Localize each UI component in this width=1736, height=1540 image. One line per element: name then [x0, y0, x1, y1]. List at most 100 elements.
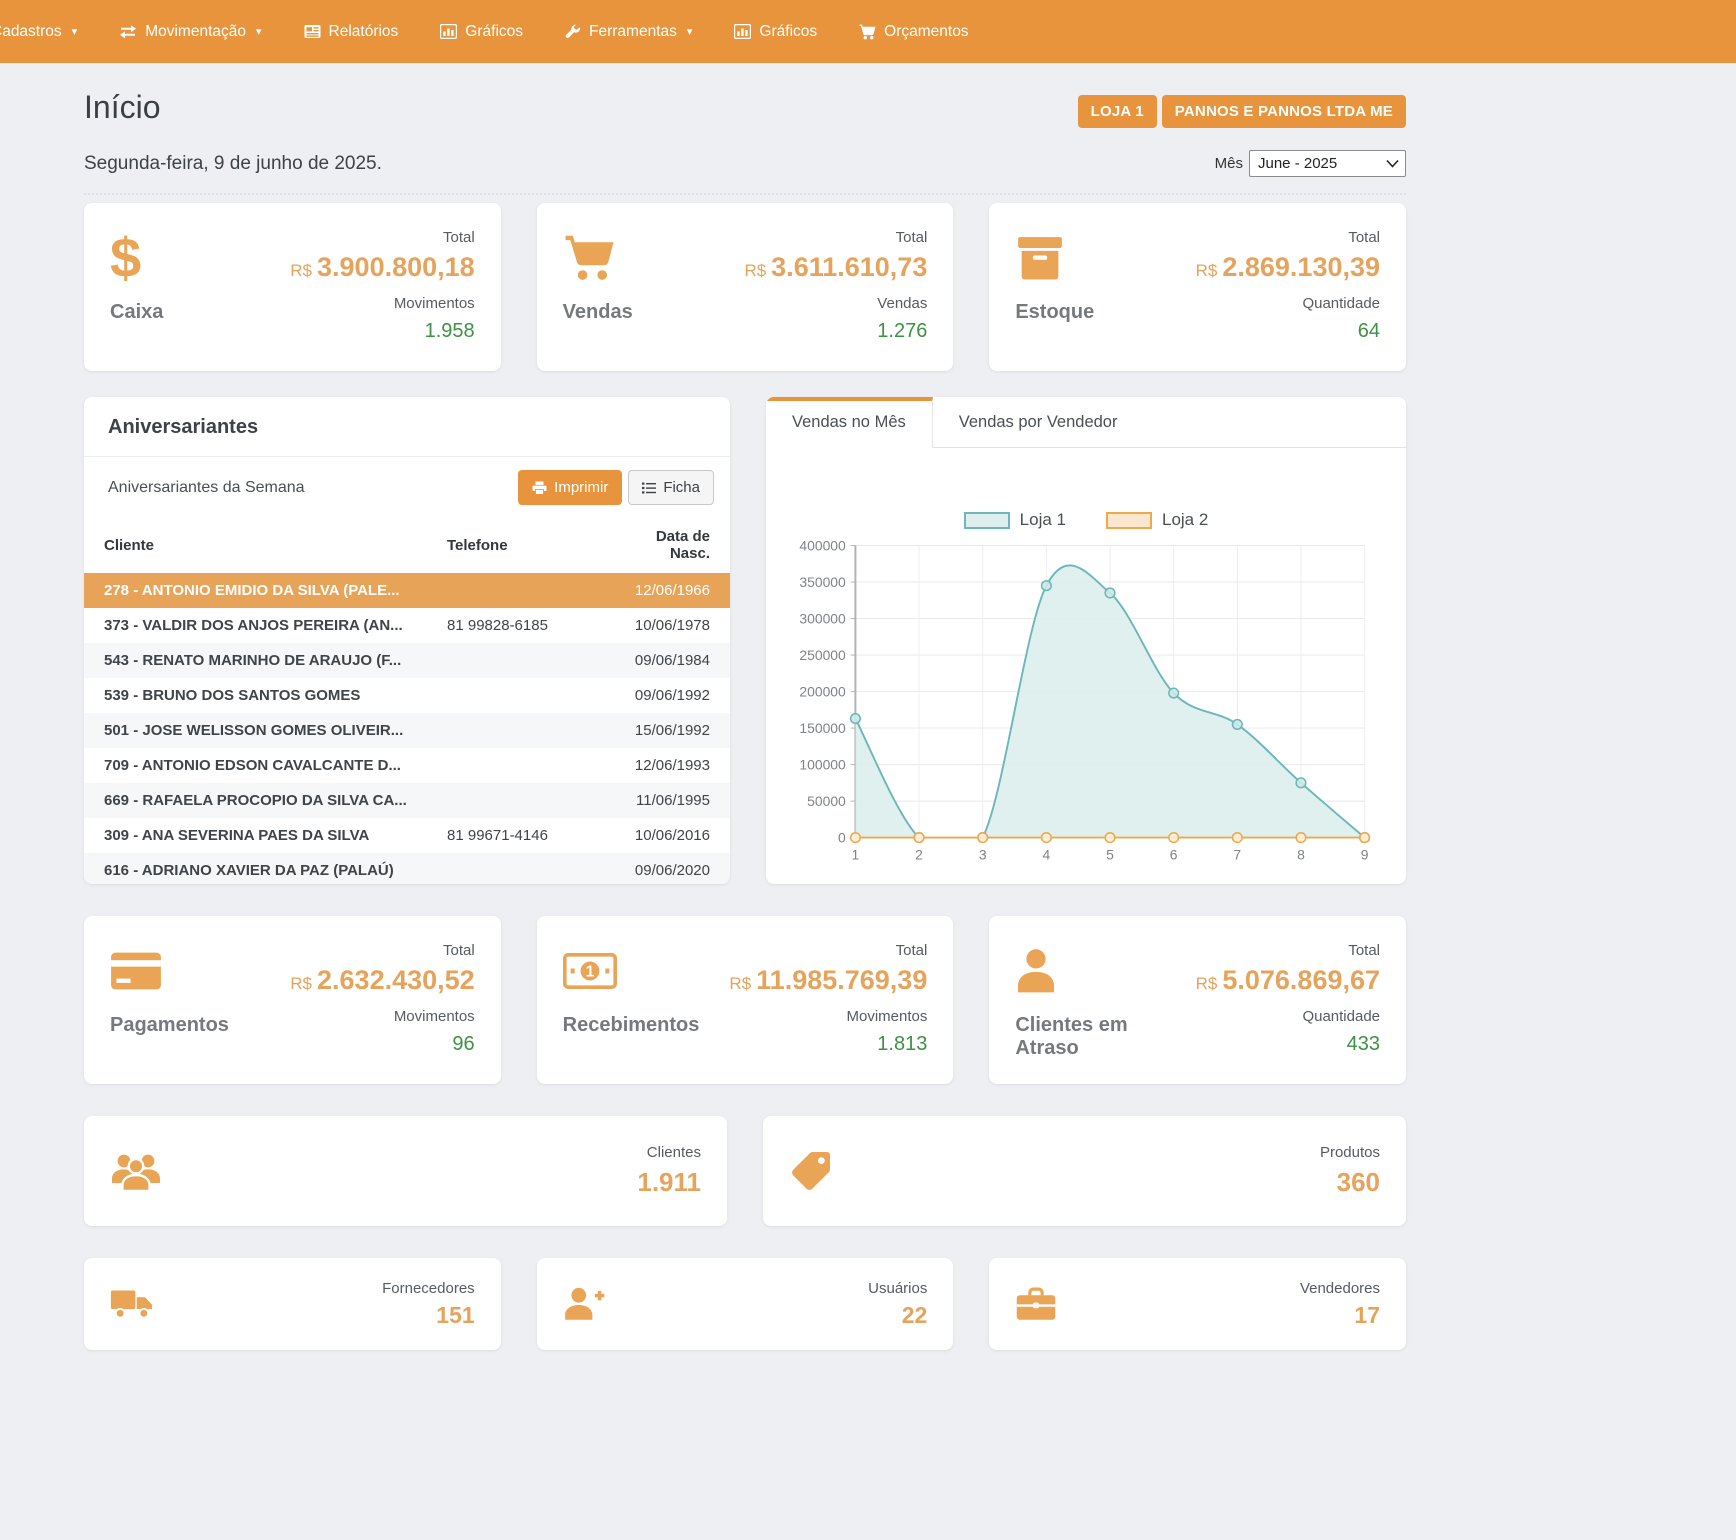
- phone-cell: 81 99671-4146: [447, 818, 612, 853]
- sales-panel: Vendas no Mês Vendas por Vendedor Loja 1…: [766, 397, 1406, 884]
- card-produtos: Produtos 360: [763, 1116, 1406, 1226]
- legend-item-loja2: Loja 2: [1106, 510, 1208, 530]
- nav-item-orcamentos[interactable]: Orçamentos: [838, 0, 989, 63]
- cart-icon: [859, 24, 876, 40]
- store-button[interactable]: LOJA 1: [1078, 95, 1157, 128]
- table-row[interactable]: 373 - VALDIR DOS ANJOS PEREIRA (AN... 81…: [84, 608, 730, 643]
- month-label: Mês: [1215, 155, 1243, 172]
- print-button[interactable]: Imprimir: [518, 470, 622, 505]
- truck-icon: [110, 1287, 154, 1321]
- card-label: Fornecedores: [382, 1280, 475, 1297]
- company-button[interactable]: PANNOS E PANNOS LTDA ME: [1162, 95, 1406, 128]
- wrench-icon: [565, 24, 581, 40]
- client-cell: 616 - ADRIANO XAVIER DA PAZ (PALAÚ): [84, 853, 447, 884]
- total-label: Total: [744, 229, 927, 246]
- user-plus-icon: [563, 1286, 605, 1322]
- chevron-down-icon: ▾: [256, 25, 262, 38]
- total-label: Total: [290, 942, 474, 959]
- table-row[interactable]: 669 - RAFAELA PROCOPIO DA SILVA CA... 11…: [84, 783, 730, 818]
- nav-item-ferramentas[interactable]: Ferramentas ▾: [544, 0, 713, 63]
- tag-icon: [789, 1149, 833, 1193]
- count-value: 1.276: [744, 320, 927, 343]
- tab-vendas-no-mes[interactable]: Vendas no Mês: [766, 397, 933, 448]
- nav-label: Gráficos: [759, 23, 817, 41]
- svg-text:50000: 50000: [807, 793, 846, 809]
- client-cell: 278 - ANTONIO EMIDIO DA SILVA (PALE...: [84, 573, 447, 608]
- card-caixa: $ Caixa Total R$3.900.800,18 Movimentos …: [84, 203, 501, 371]
- svg-text:200000: 200000: [799, 683, 846, 699]
- client-cell: 709 - ANTONIO EDSON CAVALCANTE D...: [84, 748, 447, 783]
- sales-chart-svg: 0500001000001500002000002500003000003500…: [792, 534, 1380, 872]
- total-value: R$3.611.610,73: [744, 252, 927, 283]
- table-row[interactable]: 501 - JOSE WELISSON GOMES OLIVEIR... 15/…: [84, 713, 730, 748]
- cart-icon: [563, 234, 617, 282]
- total-value: R$11.985.769,39: [729, 965, 927, 996]
- client-cell: 501 - JOSE WELISSON GOMES OLIVEIR...: [84, 713, 447, 748]
- client-cell: 539 - BRUNO DOS SANTOS GOMES: [84, 678, 447, 713]
- card-label: Usuários: [868, 1280, 927, 1297]
- card-count: 151: [382, 1302, 475, 1329]
- credit-card-icon: [110, 951, 162, 991]
- card-label: Caixa: [110, 301, 240, 324]
- card-clientes-em-atraso: Clientes em Atraso Total R$5.076.869,67 …: [989, 916, 1406, 1084]
- section-divider: [84, 193, 1406, 195]
- count-label: Movimentos: [729, 1008, 927, 1025]
- svg-text:300000: 300000: [799, 610, 846, 626]
- phone-cell: [447, 643, 612, 678]
- newspaper-icon: [304, 24, 321, 39]
- total-value: R$3.900.800,18: [290, 252, 474, 283]
- card-label: Estoque: [1015, 301, 1145, 324]
- card-label: Vendas: [563, 301, 693, 324]
- birthdays-panel: Aniversariantes Aniversariantes da Seman…: [84, 397, 730, 884]
- phone-cell: [447, 853, 612, 884]
- table-row[interactable]: 616 - ADRIANO XAVIER DA PAZ (PALAÚ) 09/0…: [84, 853, 730, 884]
- card-fornecedores: Fornecedores 151: [84, 1258, 501, 1350]
- table-row[interactable]: 709 - ANTONIO EDSON CAVALCANTE D... 12/0…: [84, 748, 730, 783]
- count-label: Vendas: [744, 295, 927, 312]
- bar-chart-icon: [734, 24, 751, 39]
- nav-item-relatorios[interactable]: Relatórios: [283, 0, 420, 63]
- chart-legend: Loja 1 Loja 2: [792, 510, 1380, 530]
- ficha-button[interactable]: Ficha: [628, 470, 714, 505]
- nav-label: Relatórios: [329, 23, 399, 41]
- list-icon: [642, 482, 656, 494]
- table-row[interactable]: 539 - BRUNO DOS SANTOS GOMES 09/06/1992: [84, 678, 730, 713]
- count-value: 1.958: [290, 320, 474, 343]
- dollar-icon: $: [110, 230, 141, 286]
- money-bill-icon: 1: [563, 951, 617, 991]
- print-button-label: Imprimir: [554, 479, 608, 496]
- nav-label: Orçamentos: [884, 23, 968, 41]
- svg-text:150000: 150000: [799, 720, 846, 736]
- svg-text:1: 1: [585, 963, 594, 980]
- briefcase-icon: [1015, 1286, 1057, 1322]
- card-label: Recebimentos: [563, 1014, 693, 1037]
- client-cell: 309 - ANA SEVERINA PAES DA SILVA: [84, 818, 447, 853]
- users-icon: [110, 1151, 162, 1191]
- date-cell: 10/06/1978: [612, 608, 730, 643]
- nav-item-movimentacao[interactable]: Movimentação ▾: [98, 0, 282, 63]
- nav-label: Movimentação: [145, 23, 246, 41]
- svg-text:1: 1: [852, 847, 860, 863]
- card-count: 360: [1320, 1167, 1380, 1198]
- month-select[interactable]: June - 2025: [1249, 150, 1406, 177]
- nav-item-graficos-1[interactable]: Gráficos: [419, 0, 544, 63]
- date-cell: 09/06/1984: [612, 643, 730, 678]
- total-label: Total: [290, 229, 474, 246]
- nav-item-graficos-2[interactable]: Gráficos: [713, 0, 838, 63]
- card-clientes: Clientes 1.911: [84, 1116, 727, 1226]
- table-row[interactable]: 309 - ANA SEVERINA PAES DA SILVA 81 9967…: [84, 818, 730, 853]
- nav-item-cadastros[interactable]: Cadastros ▾: [0, 0, 98, 63]
- phone-cell: [447, 783, 612, 818]
- date-cell: 11/06/1995: [612, 783, 730, 818]
- svg-text:6: 6: [1170, 847, 1178, 863]
- nav-label: Gráficos: [465, 23, 523, 41]
- card-vendas: Vendas Total R$3.611.610,73 Vendas 1.276: [537, 203, 954, 371]
- card-pagamentos: Pagamentos Total R$2.632.430,52 Moviment…: [84, 916, 501, 1084]
- table-row[interactable]: 278 - ANTONIO EMIDIO DA SILVA (PALE... 1…: [84, 573, 730, 608]
- svg-text:250000: 250000: [799, 647, 846, 663]
- card-usuarios: Usuários 22: [537, 1258, 954, 1350]
- count-value: 96: [290, 1033, 474, 1056]
- phone-cell: [447, 748, 612, 783]
- tab-vendas-por-vendedor[interactable]: Vendas por Vendedor: [933, 397, 1144, 447]
- table-row[interactable]: 543 - RENATO MARINHO DE ARAUJO (F... 09/…: [84, 643, 730, 678]
